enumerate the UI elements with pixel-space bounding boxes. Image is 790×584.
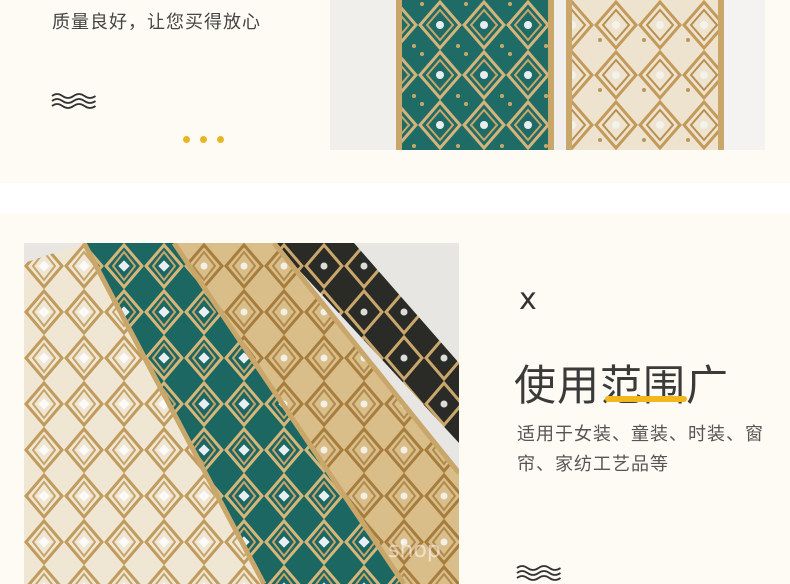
dot — [200, 136, 207, 143]
dot — [183, 136, 190, 143]
section-description: 适用于女装、童装、时装、窗帘、家纺工艺品等 — [517, 424, 764, 475]
watermark: shop — [388, 538, 441, 563]
wave-icon — [51, 93, 97, 109]
heading-underline — [605, 396, 687, 402]
decorative-x: x — [519, 282, 537, 317]
ellipsis-dots-icon — [183, 136, 224, 143]
quality-text: 质量良好，让您买得放心 — [52, 12, 261, 33]
section-divider — [0, 183, 790, 213]
product-photo-top — [330, 0, 765, 150]
section-heading: 使用范围广 — [514, 361, 730, 410]
dot — [217, 136, 224, 143]
product-photo-bottom — [24, 243, 459, 584]
wave-icon — [516, 565, 562, 581]
